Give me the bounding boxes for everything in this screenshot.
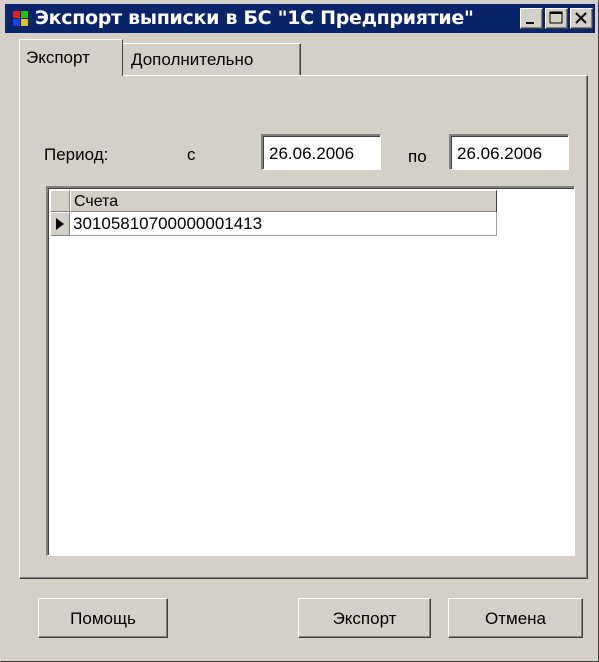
title-bar[interactable]: Экспорт выписки в БС "1С Предприятие" xyxy=(5,4,595,33)
grid-header-indicator xyxy=(50,190,70,212)
window-title: Экспорт выписки в БС "1С Предприятие" xyxy=(35,7,474,29)
period-to-label: по xyxy=(408,147,427,166)
minimize-icon xyxy=(526,22,534,24)
table-row[interactable]: 30105810700000001413 xyxy=(70,212,497,236)
export-button[interactable]: Экспорт xyxy=(298,598,431,638)
accounts-grid[interactable]: Счета 30105810700000001413 xyxy=(46,186,575,556)
current-row-arrow-icon xyxy=(56,218,64,230)
close-button[interactable] xyxy=(570,8,593,29)
grid-column-header[interactable]: Счета xyxy=(70,190,497,212)
period-from-label: с xyxy=(187,145,196,164)
minimize-button[interactable] xyxy=(520,8,543,29)
maximize-button[interactable] xyxy=(545,8,568,29)
row-indicator[interactable] xyxy=(50,212,70,236)
tab-export[interactable]: Экспорт xyxy=(19,39,123,76)
app-icon xyxy=(13,11,28,26)
tab-additional[interactable]: Дополнительно xyxy=(123,43,301,75)
close-icon xyxy=(575,12,587,24)
period-label: Период: xyxy=(44,145,109,164)
period-to-field[interactable]: 26.06.2006 xyxy=(449,134,569,170)
export-dialog: Экспорт выписки в БС "1С Предприятие" Эк… xyxy=(0,0,599,662)
period-from-field[interactable]: 26.06.2006 xyxy=(261,134,381,170)
help-button[interactable]: Помощь xyxy=(38,598,168,638)
maximize-icon xyxy=(549,11,563,24)
cancel-button[interactable]: Отмена xyxy=(448,598,583,638)
